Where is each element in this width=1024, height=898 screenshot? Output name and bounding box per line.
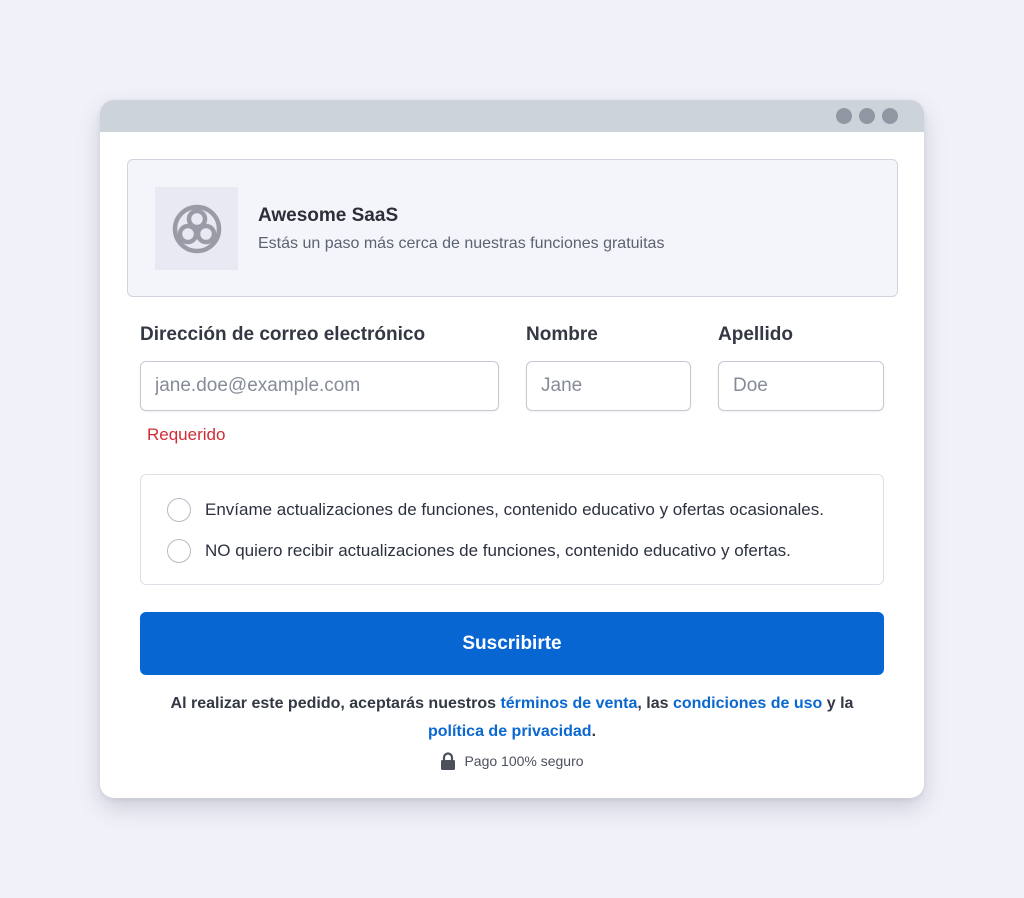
terms-of-sale-link[interactable]: términos de venta xyxy=(500,695,637,712)
terms-of-use-link[interactable]: condiciones de uso xyxy=(673,695,822,712)
consent-option-no[interactable]: NO quiero recibir actualizaciones de fun… xyxy=(167,538,791,564)
legal-text: Al realizar este pedido, aceptarás nuest… xyxy=(140,690,884,746)
product-card: Awesome SaaS Estás un paso más cerca de … xyxy=(127,159,898,297)
window-controls xyxy=(836,108,898,124)
product-logo xyxy=(155,187,238,270)
window-dot-2[interactable] xyxy=(859,108,875,124)
consent-options: Envíame actualizaciones de funciones, co… xyxy=(140,474,884,585)
email-error-message: Requerido xyxy=(147,425,226,444)
lock-icon xyxy=(441,752,456,770)
privacy-policy-link[interactable]: política de privacidad xyxy=(428,723,592,740)
consent-option-yes[interactable]: Envíame actualizaciones de funciones, co… xyxy=(167,497,824,523)
secure-payment-note: Pago 100% seguro xyxy=(100,752,924,770)
first-name-input[interactable] xyxy=(526,361,691,411)
window-dot-3[interactable] xyxy=(882,108,898,124)
first-name-label: Nombre xyxy=(526,324,598,345)
last-name-input[interactable] xyxy=(718,361,884,411)
email-label: Dirección de correo electrónico xyxy=(140,324,426,345)
last-name-label: Apellido xyxy=(718,324,793,345)
legal-suffix: . xyxy=(591,723,597,740)
window-titlebar xyxy=(100,100,924,132)
consent-option-yes-label: Envíame actualizaciones de funciones, co… xyxy=(205,500,824,519)
secure-payment-text: Pago 100% seguro xyxy=(464,753,584,769)
consent-option-no-label: NO quiero recibir actualizaciones de fun… xyxy=(205,541,791,560)
browser-window: Awesome SaaS Estás un paso más cerca de … xyxy=(100,100,924,798)
product-name: Awesome SaaS xyxy=(258,205,399,226)
legal-sep-2: y la xyxy=(822,695,854,712)
product-subtitle: Estás un paso más cerca de nuestras func… xyxy=(258,235,665,252)
radio-yes[interactable] xyxy=(167,498,191,522)
legal-prefix: Al realizar este pedido, aceptarás nuest… xyxy=(170,695,501,712)
window-dot-1[interactable] xyxy=(836,108,852,124)
radio-no[interactable] xyxy=(167,539,191,563)
triple-circle-logo-icon xyxy=(172,204,221,253)
legal-sep-1: , las xyxy=(637,695,673,712)
email-input[interactable] xyxy=(140,361,499,411)
subscribe-button[interactable]: Suscribirte xyxy=(140,612,884,675)
